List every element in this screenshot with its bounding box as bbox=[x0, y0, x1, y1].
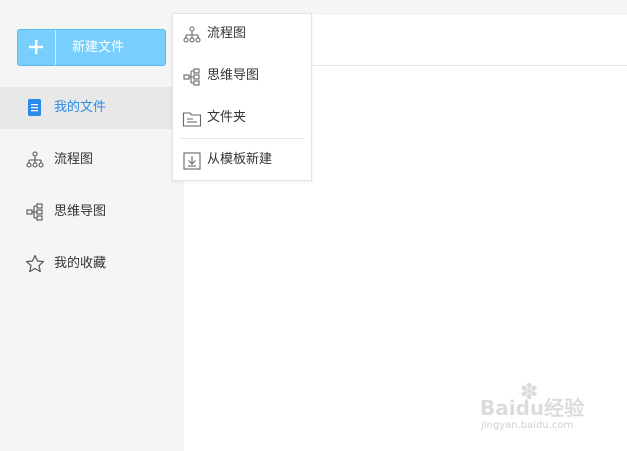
new-file-button[interactable]: 新建文件 bbox=[17, 29, 166, 66]
dropdown-item-label: 从模板新建 bbox=[207, 152, 273, 167]
sidebar-item-favorites[interactable]: 我的收藏 bbox=[0, 243, 184, 285]
flowchart-icon bbox=[25, 150, 45, 170]
dropdown-item-label: 文件夹 bbox=[207, 110, 247, 125]
mindmap-icon bbox=[25, 202, 45, 222]
sidebar-item-my-files[interactable]: 我的文件 bbox=[0, 87, 184, 129]
new-file-label: 新建文件 bbox=[72, 40, 125, 55]
baidu-watermark: ✽ Baidu经验 jingyan.baidu.com bbox=[480, 380, 620, 440]
dropdown-item-label: 思维导图 bbox=[207, 68, 260, 83]
dropdown-divider bbox=[179, 138, 305, 139]
mindmap-icon bbox=[182, 67, 202, 87]
sidebar-item-label: 我的文件 bbox=[54, 100, 107, 115]
dropdown-item-label: 流程图 bbox=[207, 26, 247, 41]
new-file-dropdown: 流程图 思维导图 文件夹 从模板新建 bbox=[172, 13, 312, 181]
dropdown-item-mindmap[interactable]: 思维导图 bbox=[173, 56, 311, 96]
dropdown-item-from-template[interactable]: 从模板新建 bbox=[173, 140, 311, 180]
sidebar-item-label: 流程图 bbox=[54, 152, 94, 167]
star-icon bbox=[25, 254, 45, 274]
watermark-url: jingyan.baidu.com bbox=[481, 420, 574, 431]
plus-icon bbox=[18, 30, 56, 65]
sidebar-item-label: 思维导图 bbox=[54, 204, 107, 219]
dropdown-item-folder[interactable]: 文件夹 bbox=[173, 98, 311, 138]
sidebar-item-flowchart[interactable]: 流程图 bbox=[0, 139, 184, 181]
template-icon bbox=[182, 151, 202, 171]
flowchart-icon bbox=[182, 25, 202, 45]
watermark-logo: Baidu经验 bbox=[480, 396, 585, 420]
sidebar-item-label: 我的收藏 bbox=[54, 256, 107, 271]
sidebar-item-mindmap[interactable]: 思维导图 bbox=[0, 191, 184, 233]
dropdown-item-flowchart[interactable]: 流程图 bbox=[173, 14, 311, 54]
folder-icon bbox=[182, 109, 202, 129]
file-icon bbox=[25, 98, 45, 118]
